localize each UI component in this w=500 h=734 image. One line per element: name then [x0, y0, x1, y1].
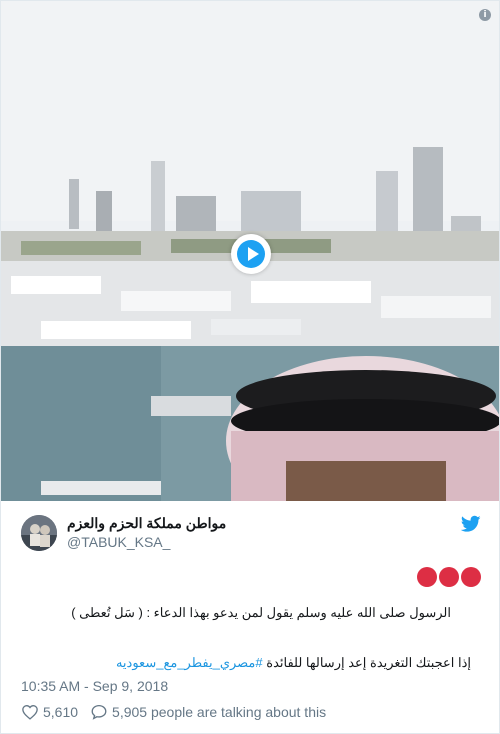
replies-text: 5,905 people are talking about this	[112, 704, 327, 720]
tweet-header: مواطن مملكة الحزم والعزم @TABUK_KSA_	[1, 501, 499, 561]
avatar[interactable]	[21, 515, 57, 551]
screen-name[interactable]: @TABUK_KSA_	[67, 534, 170, 550]
tweet-line-2: إذا اعجبتك التغريدة إعد إرسالها للفائدة …	[116, 655, 471, 671]
play-button[interactable]	[231, 234, 271, 274]
timestamp[interactable]: 10:35 AM - Sep 9, 2018	[21, 678, 168, 694]
red-circle-emojis	[417, 567, 481, 587]
red-circle-icon	[461, 567, 481, 587]
tweet-line-2-text: إذا اعجبتك التغريدة إعد إرسالها للفائدة	[266, 655, 471, 670]
video-media[interactable]: i	[1, 1, 499, 501]
red-circle-icon	[439, 567, 459, 587]
play-icon	[237, 240, 265, 268]
twitter-bird-icon[interactable]	[461, 515, 481, 533]
reply-button[interactable]: 5,905 people are talking about this	[90, 703, 326, 721]
display-name[interactable]: مواطن مملكة الحزم والعزم	[67, 515, 427, 532]
avatar-image	[21, 515, 57, 551]
hashtag-link[interactable]: #مصري_يفطر_مع_سعوديه	[116, 655, 263, 670]
speech-bubble-icon	[91, 704, 107, 720]
tweet-actions: 5,610 5,905 people are talking about thi…	[21, 702, 326, 722]
play-triangle	[248, 247, 259, 261]
like-button[interactable]: 5,610	[21, 703, 78, 721]
info-icon[interactable]: i	[479, 9, 491, 21]
tweet-card: i مواطن مملكة الحزم والعزم @TABUK_KSA_ ا…	[0, 0, 500, 734]
like-count: 5,610	[43, 704, 79, 720]
red-circle-icon	[417, 567, 437, 587]
tweet-line-1: الرسول صلى الله عليه وسلم يقول لمن يدعو …	[71, 605, 451, 620]
heart-icon	[22, 705, 38, 720]
